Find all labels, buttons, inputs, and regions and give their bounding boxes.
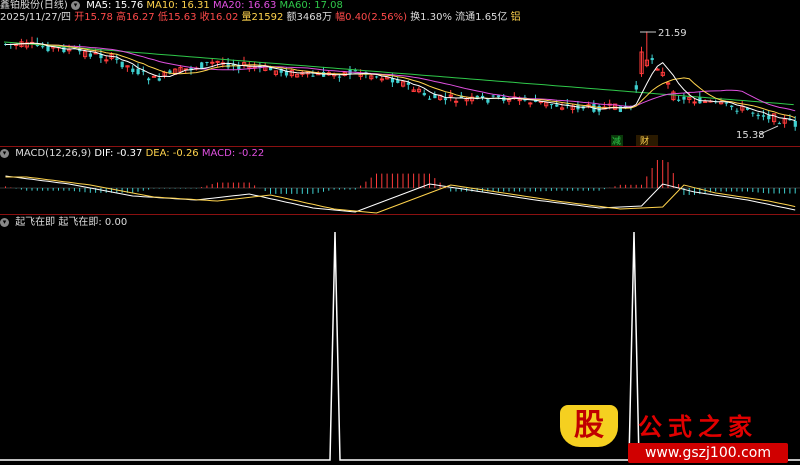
indicator-value: 起飞在即: 0.00 <box>58 217 128 228</box>
candle-body <box>136 68 140 75</box>
watermark-url: www.gszj100.com <box>628 443 788 463</box>
candle-body <box>528 102 533 105</box>
candle-body <box>793 120 797 127</box>
candle-body <box>168 70 172 73</box>
high-price-label: 21.59 <box>658 28 687 39</box>
macd-panel-header: ▾ MACD(12,26,9) DIF: -0.37 DEA: -0.26 MA… <box>0 148 264 160</box>
candle-body <box>88 53 92 57</box>
candle-body <box>655 68 660 71</box>
candle-body <box>41 46 45 48</box>
macd-title[interactable]: MACD(12,26,9) <box>15 148 91 159</box>
candle-body <box>549 104 554 106</box>
candle-body <box>486 99 490 103</box>
watermark-logo: 股 <box>560 405 618 447</box>
candle-body <box>210 61 215 64</box>
low-price-label: 15.38 <box>736 130 765 141</box>
candle-body <box>454 100 459 103</box>
candle-body <box>215 60 220 63</box>
site-watermark: 股 公式之家 www.gszj100.com <box>560 405 796 463</box>
candle-body <box>767 115 771 120</box>
watermark-name: 公式之家 <box>638 413 758 441</box>
candle-body <box>730 105 734 108</box>
candle-body <box>724 102 728 104</box>
macd-dif-value: DIF: -0.37 <box>94 148 143 159</box>
candle-body <box>496 95 501 98</box>
indicator-toggle-icon[interactable]: ▾ <box>0 217 9 227</box>
macd-toggle-icon[interactable]: ▾ <box>0 148 9 158</box>
candle-body <box>115 58 119 60</box>
candle-body <box>751 112 755 114</box>
candle-body <box>379 78 384 81</box>
candle-body <box>428 98 432 100</box>
candle-body <box>761 115 766 117</box>
candle-body <box>62 46 66 53</box>
ma5-line <box>5 42 796 122</box>
candle-body <box>682 96 686 100</box>
indicator-title[interactable]: 起飞在即 <box>15 217 55 228</box>
candle-body <box>481 95 485 98</box>
candle-body <box>634 85 638 90</box>
candle-body <box>311 75 315 77</box>
candle-body <box>692 101 697 104</box>
candle-body <box>555 104 559 107</box>
candle-body <box>337 76 342 78</box>
candle-body <box>443 98 448 101</box>
macd-value: MACD: -0.22 <box>201 148 265 159</box>
candle-body <box>131 68 135 72</box>
candle-body <box>777 123 781 125</box>
macd-dea-value: DEA: -0.26 <box>145 148 199 159</box>
candle-body <box>475 95 479 98</box>
candle-body <box>703 101 708 104</box>
macd-histogram <box>5 160 796 195</box>
candle-body <box>491 95 495 97</box>
candle-body <box>104 59 109 62</box>
candle-body <box>677 99 681 101</box>
candle-body <box>735 110 739 112</box>
candlestick-series <box>4 31 797 131</box>
candle-body <box>157 78 161 81</box>
candle-body <box>147 78 151 81</box>
candle-body <box>422 92 426 96</box>
candle-body <box>120 61 124 68</box>
indicator-panel-header: ▾ 起飞在即 起飞在即: 0.00 <box>0 217 127 229</box>
chart-canvas[interactable]: 21.59 15.38 减 财 <box>0 0 800 465</box>
candle-body <box>756 114 760 117</box>
candle-body <box>205 61 209 63</box>
macd-indicator-divider[interactable] <box>0 214 800 215</box>
candle-body <box>200 62 204 69</box>
macd-dif-line <box>5 175 796 213</box>
candle-body <box>375 76 379 78</box>
candle-body <box>650 58 654 61</box>
price-macd-divider[interactable] <box>0 146 800 147</box>
